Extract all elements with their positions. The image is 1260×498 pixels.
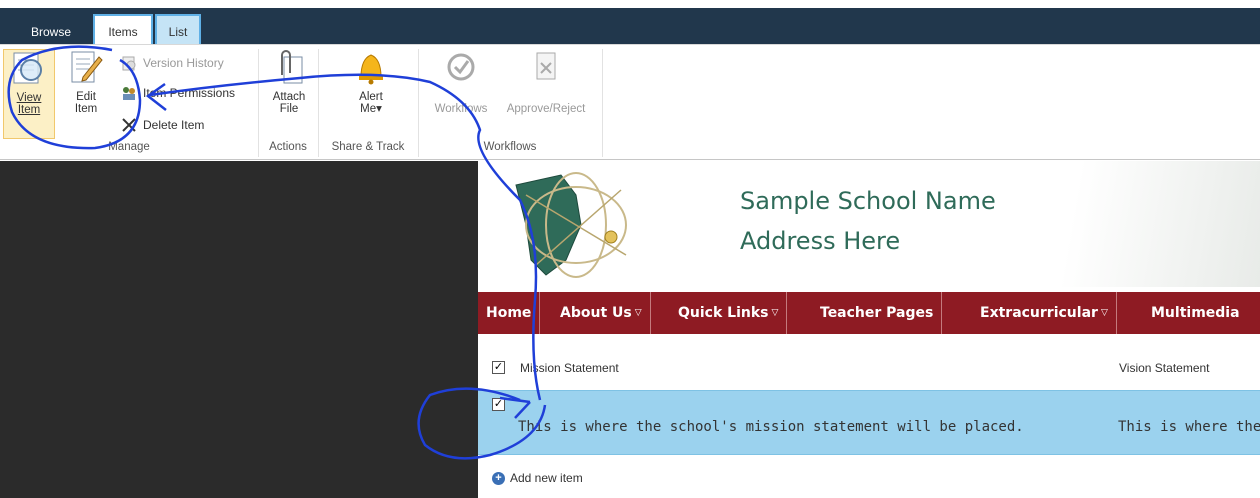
- site-title: Sample School Name: [740, 187, 996, 215]
- tab-list[interactable]: List: [155, 14, 201, 45]
- alert-me-button[interactable]: Alert Me▾: [345, 49, 397, 139]
- tab-items[interactable]: Items: [93, 14, 153, 45]
- left-navigation-panel: [0, 161, 478, 498]
- workflows-label: Workflows: [434, 103, 488, 115]
- select-all-checkbox[interactable]: ✓: [492, 361, 505, 374]
- group-label-workflows: Workflows: [483, 141, 537, 153]
- alert-me-label-1: Alert: [359, 91, 383, 103]
- approve-reject-icon: [529, 49, 563, 85]
- workflows-button[interactable]: Workflows: [427, 49, 495, 139]
- delete-item-label: Delete Item: [143, 118, 205, 132]
- dropdown-arrow-icon: ▽: [1100, 308, 1108, 318]
- alert-me-label-2: Me▾: [360, 103, 382, 115]
- add-icon: +: [492, 472, 505, 485]
- page-content: Sample School Name Address Here Home Abo…: [478, 161, 1260, 498]
- version-history-icon: [121, 55, 137, 71]
- group-label-share-track: Share & Track: [331, 141, 405, 153]
- nav-multimedia[interactable]: Multimedia: [1143, 292, 1248, 334]
- nav-quick-links[interactable]: Quick Links ▽: [670, 292, 788, 334]
- nav-about-us[interactable]: About Us ▽: [552, 292, 651, 334]
- delete-item-button[interactable]: Delete Item: [121, 115, 204, 135]
- dropdown-arrow-icon: ▽: [634, 308, 642, 318]
- nav-home[interactable]: Home: [478, 292, 541, 334]
- version-history-label: Version History: [143, 56, 224, 70]
- workflows-icon: [444, 49, 478, 85]
- edit-item-label-2: Item: [74, 103, 98, 115]
- column-header-mission[interactable]: Mission Statement: [520, 361, 619, 375]
- top-navigation: Home About Us ▽ Quick Links ▽ Teacher Page…: [478, 292, 1260, 334]
- row-checkbox[interactable]: ✓: [492, 398, 505, 411]
- delete-icon: [121, 117, 137, 133]
- school-logo: [506, 165, 636, 285]
- site-header: Sample School Name Address Here: [478, 161, 1260, 287]
- paperclip-icon: [272, 49, 306, 85]
- group-label-actions: Actions: [269, 141, 307, 153]
- add-new-item-link[interactable]: + Add new item: [492, 471, 583, 485]
- group-separator: [602, 49, 603, 157]
- table-row[interactable]: ✓ This is where the school's mission sta…: [478, 390, 1260, 455]
- view-item-button[interactable]: View Item: [3, 49, 55, 139]
- approve-reject-button[interactable]: Approve/Reject: [498, 49, 594, 139]
- edit-item-button[interactable]: Edit Item: [64, 49, 108, 139]
- view-item-label-2: Item: [17, 104, 41, 116]
- attach-file-label-1: Attach: [272, 91, 306, 103]
- item-permissions-button[interactable]: Item Permissions: [121, 83, 235, 103]
- tab-browse[interactable]: Browse: [22, 20, 80, 44]
- view-item-icon: [12, 50, 46, 86]
- row-vision-cell: This is where the: [1118, 419, 1260, 435]
- edit-item-label-1: Edit: [76, 91, 96, 103]
- ribbon-tab-bar: Browse Items List: [0, 0, 1260, 45]
- attach-file-button[interactable]: Attach File: [266, 49, 312, 139]
- item-permissions-label: Item Permissions: [143, 86, 236, 100]
- group-label-manage: Manage: [108, 141, 150, 153]
- column-header-vision[interactable]: Vision Statement: [1119, 361, 1210, 375]
- view-item-label-1: View: [16, 92, 42, 104]
- row-mission-cell: This is where the school's mission state…: [518, 419, 1024, 435]
- bell-icon: [354, 49, 388, 85]
- nav-teacher-pages[interactable]: Teacher Pages: [812, 292, 943, 334]
- edit-item-icon: [69, 49, 103, 85]
- version-history-button[interactable]: Version History: [121, 53, 224, 73]
- permissions-icon: [121, 85, 137, 101]
- add-new-item-label: Add new item: [510, 471, 583, 485]
- chevron-down-icon: ▾: [376, 103, 382, 115]
- ribbon: View Item Edit Item Version History Item…: [0, 44, 1260, 160]
- site-address: Address Here: [740, 227, 901, 255]
- nav-extracurricular[interactable]: Extracurricular ▽: [972, 292, 1117, 334]
- attach-file-label-2: File: [279, 103, 299, 115]
- approve-reject-label: Approve/Reject: [506, 103, 586, 115]
- dropdown-arrow-icon: ▽: [771, 308, 779, 318]
